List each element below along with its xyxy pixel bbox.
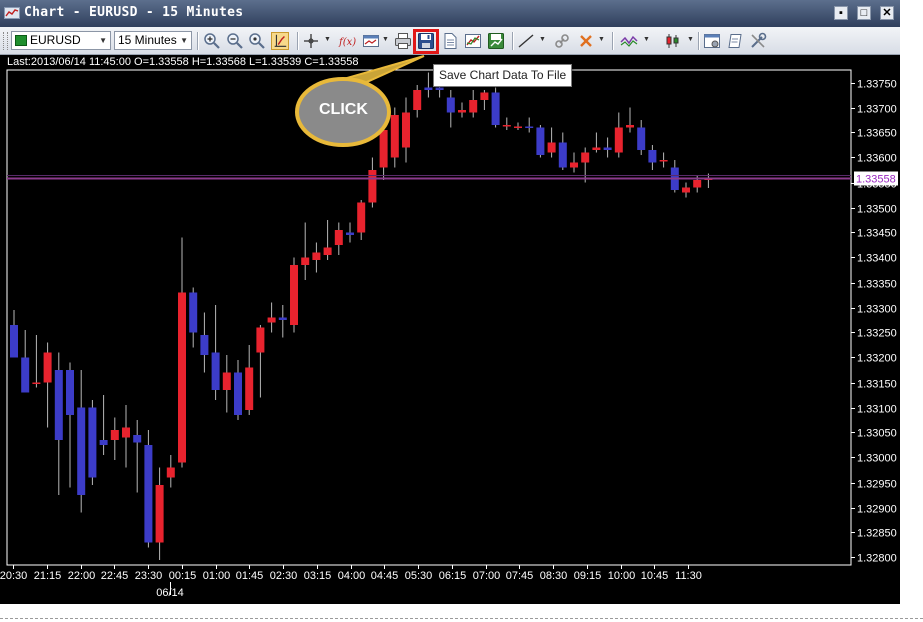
save-tooltip: Save Chart Data To File [433, 64, 573, 87]
page-divider [0, 618, 923, 619]
click-callout [295, 55, 425, 147]
callout-label: CLICK [319, 101, 368, 118]
save-button-highlight [413, 29, 439, 54]
